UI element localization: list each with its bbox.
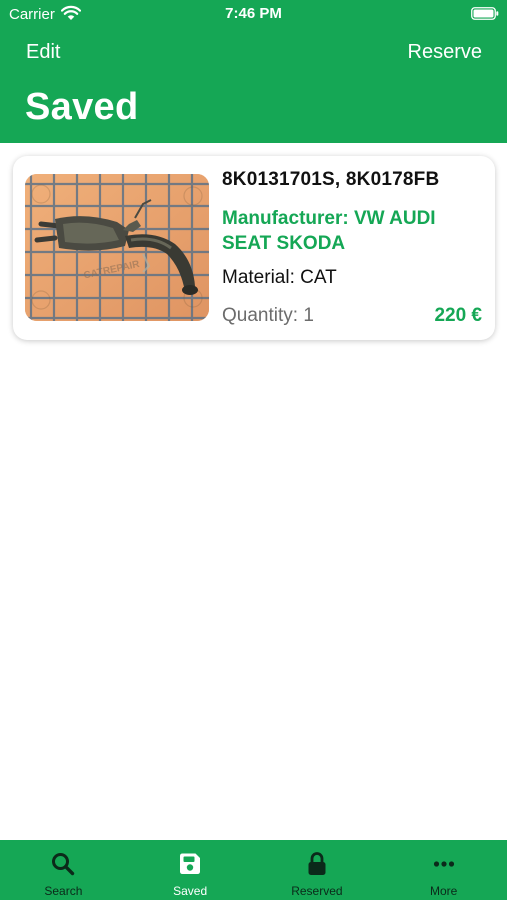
edit-button[interactable]: Edit <box>26 41 60 64</box>
tab-saved[interactable]: Saved <box>127 840 254 900</box>
material-label: Material: CAT <box>222 267 337 288</box>
product-photo: CATREPAIR <box>25 174 209 321</box>
tab-reserved[interactable]: Reserved <box>254 840 381 900</box>
tab-search[interactable]: Search <box>0 840 127 900</box>
tab-label: Reserved <box>291 884 343 898</box>
status-bar: Carrier 7:46 PM <box>0 0 507 28</box>
page-title: Saved <box>25 86 139 128</box>
quantity-label: Quantity: 1 <box>222 305 314 326</box>
tab-label: Search <box>44 884 83 898</box>
manufacturer-label: Manufacturer: VW AUDI SEAT SKODA <box>222 208 436 254</box>
saved-item-card[interactable]: CATREPAIR 8K0131701S, 8K0178FB Manufactu… <box>13 156 495 340</box>
search-icon <box>52 853 75 876</box>
save-icon <box>180 853 201 874</box>
price-label: 220 € <box>434 305 482 326</box>
tab-bar: Search Saved Reserved More <box>0 840 507 900</box>
tab-label: More <box>429 884 458 898</box>
part-numbers: 8K0131701S, 8K0178FB <box>222 169 440 190</box>
reserve-button[interactable]: Reserve <box>408 41 482 64</box>
battery-icon <box>471 7 499 20</box>
tab-more[interactable]: More <box>380 840 507 900</box>
status-time: 7:46 PM <box>225 5 282 22</box>
lock-icon <box>308 852 326 875</box>
header: Carrier 7:46 PM Edit Reserve Saved <box>0 0 507 143</box>
tab-label: Saved <box>173 884 208 898</box>
more-icon <box>433 861 454 867</box>
